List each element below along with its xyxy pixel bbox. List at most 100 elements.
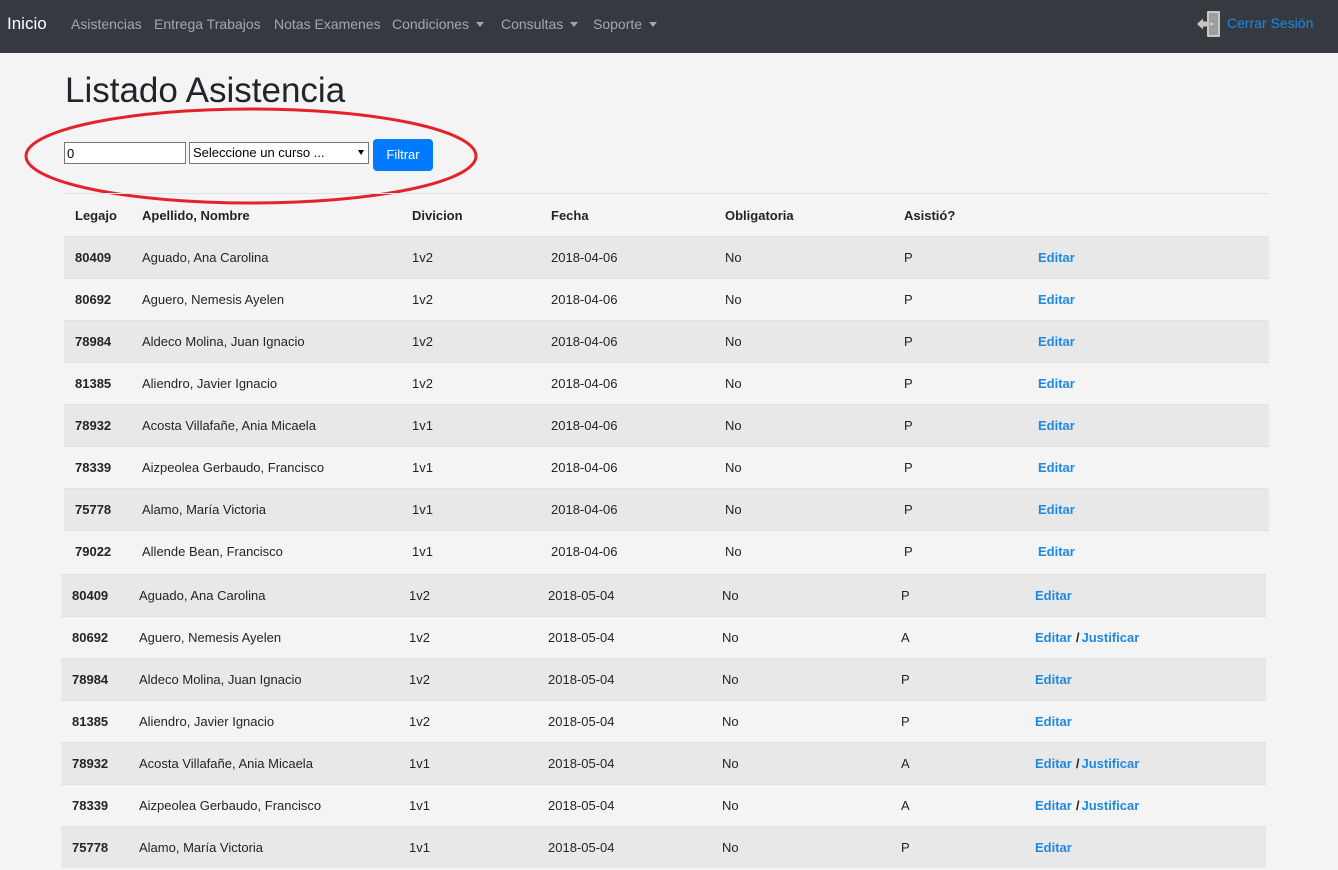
edit-link[interactable]: Editar — [1038, 376, 1075, 391]
cell-fecha: 2018-04-06 — [551, 460, 618, 475]
table-row: 80692 Aguero, Nemesis Ayelen 1v2 2018-05-04… — [61, 616, 1266, 658]
edit-link[interactable]: Editar — [1038, 334, 1075, 349]
edit-link[interactable]: Editar — [1035, 630, 1072, 645]
cell-asistio: A — [901, 798, 910, 813]
nav-dropdown-consultas[interactable]: Consultas — [501, 16, 579, 33]
edit-link[interactable]: Editar — [1038, 292, 1075, 307]
cell-asistio: P — [904, 250, 913, 265]
cell-asistio: P — [904, 334, 913, 349]
edit-link[interactable]: Editar — [1035, 672, 1072, 687]
cell-nombre: Aguero, Nemesis Ayelen — [139, 630, 282, 645]
cell-nombre: Aliendro, Javier Ignacio — [142, 376, 278, 391]
cell-legajo: 80692 — [75, 292, 112, 307]
edit-link[interactable]: Editar — [1038, 250, 1075, 265]
table-row: 80692 Aguero, Nemesis Ayelen 1v2 2018-04-06… — [64, 278, 1269, 320]
red-annotation-ellipse — [24, 107, 478, 205]
table-header: Legajo Apellido, Nombre Divicion Fecha O… — [64, 194, 1269, 235]
edit-link[interactable]: Editar — [1038, 460, 1075, 475]
edit-link[interactable]: Editar — [1035, 756, 1072, 771]
table-row: 78984 Aldeco Molina, Juan Ignacio 1v2 2018-… — [64, 320, 1269, 362]
cell-nombre: Aldeco Molina, Juan Ignacio — [142, 334, 305, 349]
justify-link[interactable]: Justificar — [1081, 630, 1139, 645]
row-actions: Editar / Justificar — [1035, 756, 1139, 772]
cell-legajo: 78984 — [75, 334, 112, 349]
cell-legajo: 78984 — [72, 672, 109, 687]
cell-division: 1v1 — [412, 460, 433, 475]
cell-legajo: 78932 — [75, 418, 112, 433]
cell-asistio: P — [904, 502, 913, 517]
cell-asistio: P — [901, 840, 910, 855]
cell-fecha: 2018-05-04 — [548, 630, 615, 645]
cell-obligatoria: No — [725, 334, 742, 349]
row-actions: Editar — [1035, 672, 1072, 688]
cell-fecha: 2018-05-04 — [548, 672, 615, 687]
cell-obligatoria: No — [725, 544, 742, 559]
nav-dropdown-label: Consultas — [501, 16, 564, 32]
edit-link[interactable]: Editar — [1035, 714, 1072, 729]
cell-legajo: 80409 — [72, 588, 109, 603]
cell-obligatoria: No — [722, 798, 739, 813]
cell-fecha: 2018-05-04 — [548, 798, 615, 813]
cell-legajo: 78339 — [75, 460, 112, 475]
cell-nombre: Aguero, Nemesis Ayelen — [142, 292, 285, 307]
cell-fecha: 2018-04-06 — [551, 418, 618, 433]
edit-link[interactable]: Editar — [1035, 840, 1072, 855]
cell-division: 1v2 — [412, 376, 433, 391]
header-divicion: Divicion — [412, 208, 463, 223]
nav-dropdown-condiciones[interactable]: Condiciones — [392, 16, 485, 33]
cell-fecha: 2018-05-04 — [548, 840, 615, 855]
header-obligatoria: Obligatoria — [725, 208, 794, 223]
cell-division: 1v1 — [409, 798, 430, 813]
edit-link[interactable]: Editar — [1035, 588, 1072, 603]
cell-asistio: P — [901, 672, 910, 687]
justify-link[interactable]: Justificar — [1081, 798, 1139, 813]
edit-link[interactable]: Editar — [1038, 418, 1075, 433]
cell-division: 1v2 — [409, 714, 430, 729]
nav-dropdown-soporte[interactable]: Soporte — [593, 16, 658, 33]
nav-link-asistencias[interactable]: Asistencias — [71, 16, 142, 33]
nav-brand-inicio[interactable]: Inicio — [7, 14, 47, 34]
cell-fecha: 2018-04-06 — [551, 334, 618, 349]
cell-asistio: P — [901, 588, 910, 603]
table-row: 75778 Alamo, María Victoria 1v1 2018-05-04 N… — [61, 826, 1266, 868]
cell-fecha: 2018-05-04 — [548, 588, 615, 603]
row-actions: Editar — [1038, 334, 1075, 350]
row-actions: Editar — [1038, 460, 1075, 476]
top-navbar: Inicio Asistencias Entrega Trabajos Nota… — [0, 0, 1338, 53]
justify-link[interactable]: Justificar — [1081, 756, 1139, 771]
cell-legajo: 75778 — [72, 840, 109, 855]
cell-asistio: A — [901, 630, 910, 645]
table-row: 79022 Allende Bean, Francisco 1v1 2018-04-0… — [64, 530, 1269, 572]
logout-label: Cerrar Sesión — [1227, 15, 1314, 31]
edit-link[interactable]: Editar — [1038, 544, 1075, 559]
cell-nombre: Aizpeolea Gerbaudo, Francisco — [142, 460, 325, 475]
cell-nombre: Aldeco Molina, Juan Ignacio — [139, 672, 302, 687]
table-row: 78932 Acosta Villafañe, Ania Micaela 1v1 20… — [64, 404, 1269, 446]
row-actions: Editar / Justificar — [1035, 630, 1139, 646]
cell-fecha: 2018-04-06 — [551, 292, 618, 307]
cell-asistio: P — [901, 714, 910, 729]
cell-division: 1v2 — [412, 250, 433, 265]
caret-down-icon — [649, 22, 658, 27]
row-actions: Editar — [1038, 544, 1075, 560]
table-row: 80409 Aguado, Ana Carolina 1v2 2018-05-04 No… — [61, 574, 1266, 616]
cell-nombre: Aguado, Ana Carolina — [142, 250, 269, 265]
cell-legajo: 79022 — [75, 544, 112, 559]
cell-division: 1v2 — [409, 588, 430, 603]
cell-obligatoria: No — [722, 630, 739, 645]
cell-division: 1v2 — [409, 630, 430, 645]
nav-link-entrega-trabajos[interactable]: Entrega Trabajos — [154, 16, 261, 33]
table-row: 80409 Aguado, Ana Carolina 1v2 2018-04-06 No… — [64, 236, 1269, 278]
nav-link-notas-examenes[interactable]: Notas Examenes — [274, 16, 381, 33]
cell-nombre: Allende Bean, Francisco — [142, 544, 283, 559]
cell-nombre: Acosta Villafañe, Ania Micaela — [139, 756, 313, 771]
cell-obligatoria: No — [722, 672, 739, 687]
cell-obligatoria: No — [722, 840, 739, 855]
cell-nombre: Alamo, María Victoria — [142, 502, 267, 517]
action-separator: / — [1075, 798, 1080, 813]
edit-link[interactable]: Editar — [1035, 798, 1072, 813]
header-apellido-nombre: Apellido, Nombre — [142, 208, 250, 223]
cell-asistio: P — [904, 460, 913, 475]
edit-link[interactable]: Editar — [1038, 502, 1075, 517]
header-legajo: Legajo — [75, 208, 117, 223]
